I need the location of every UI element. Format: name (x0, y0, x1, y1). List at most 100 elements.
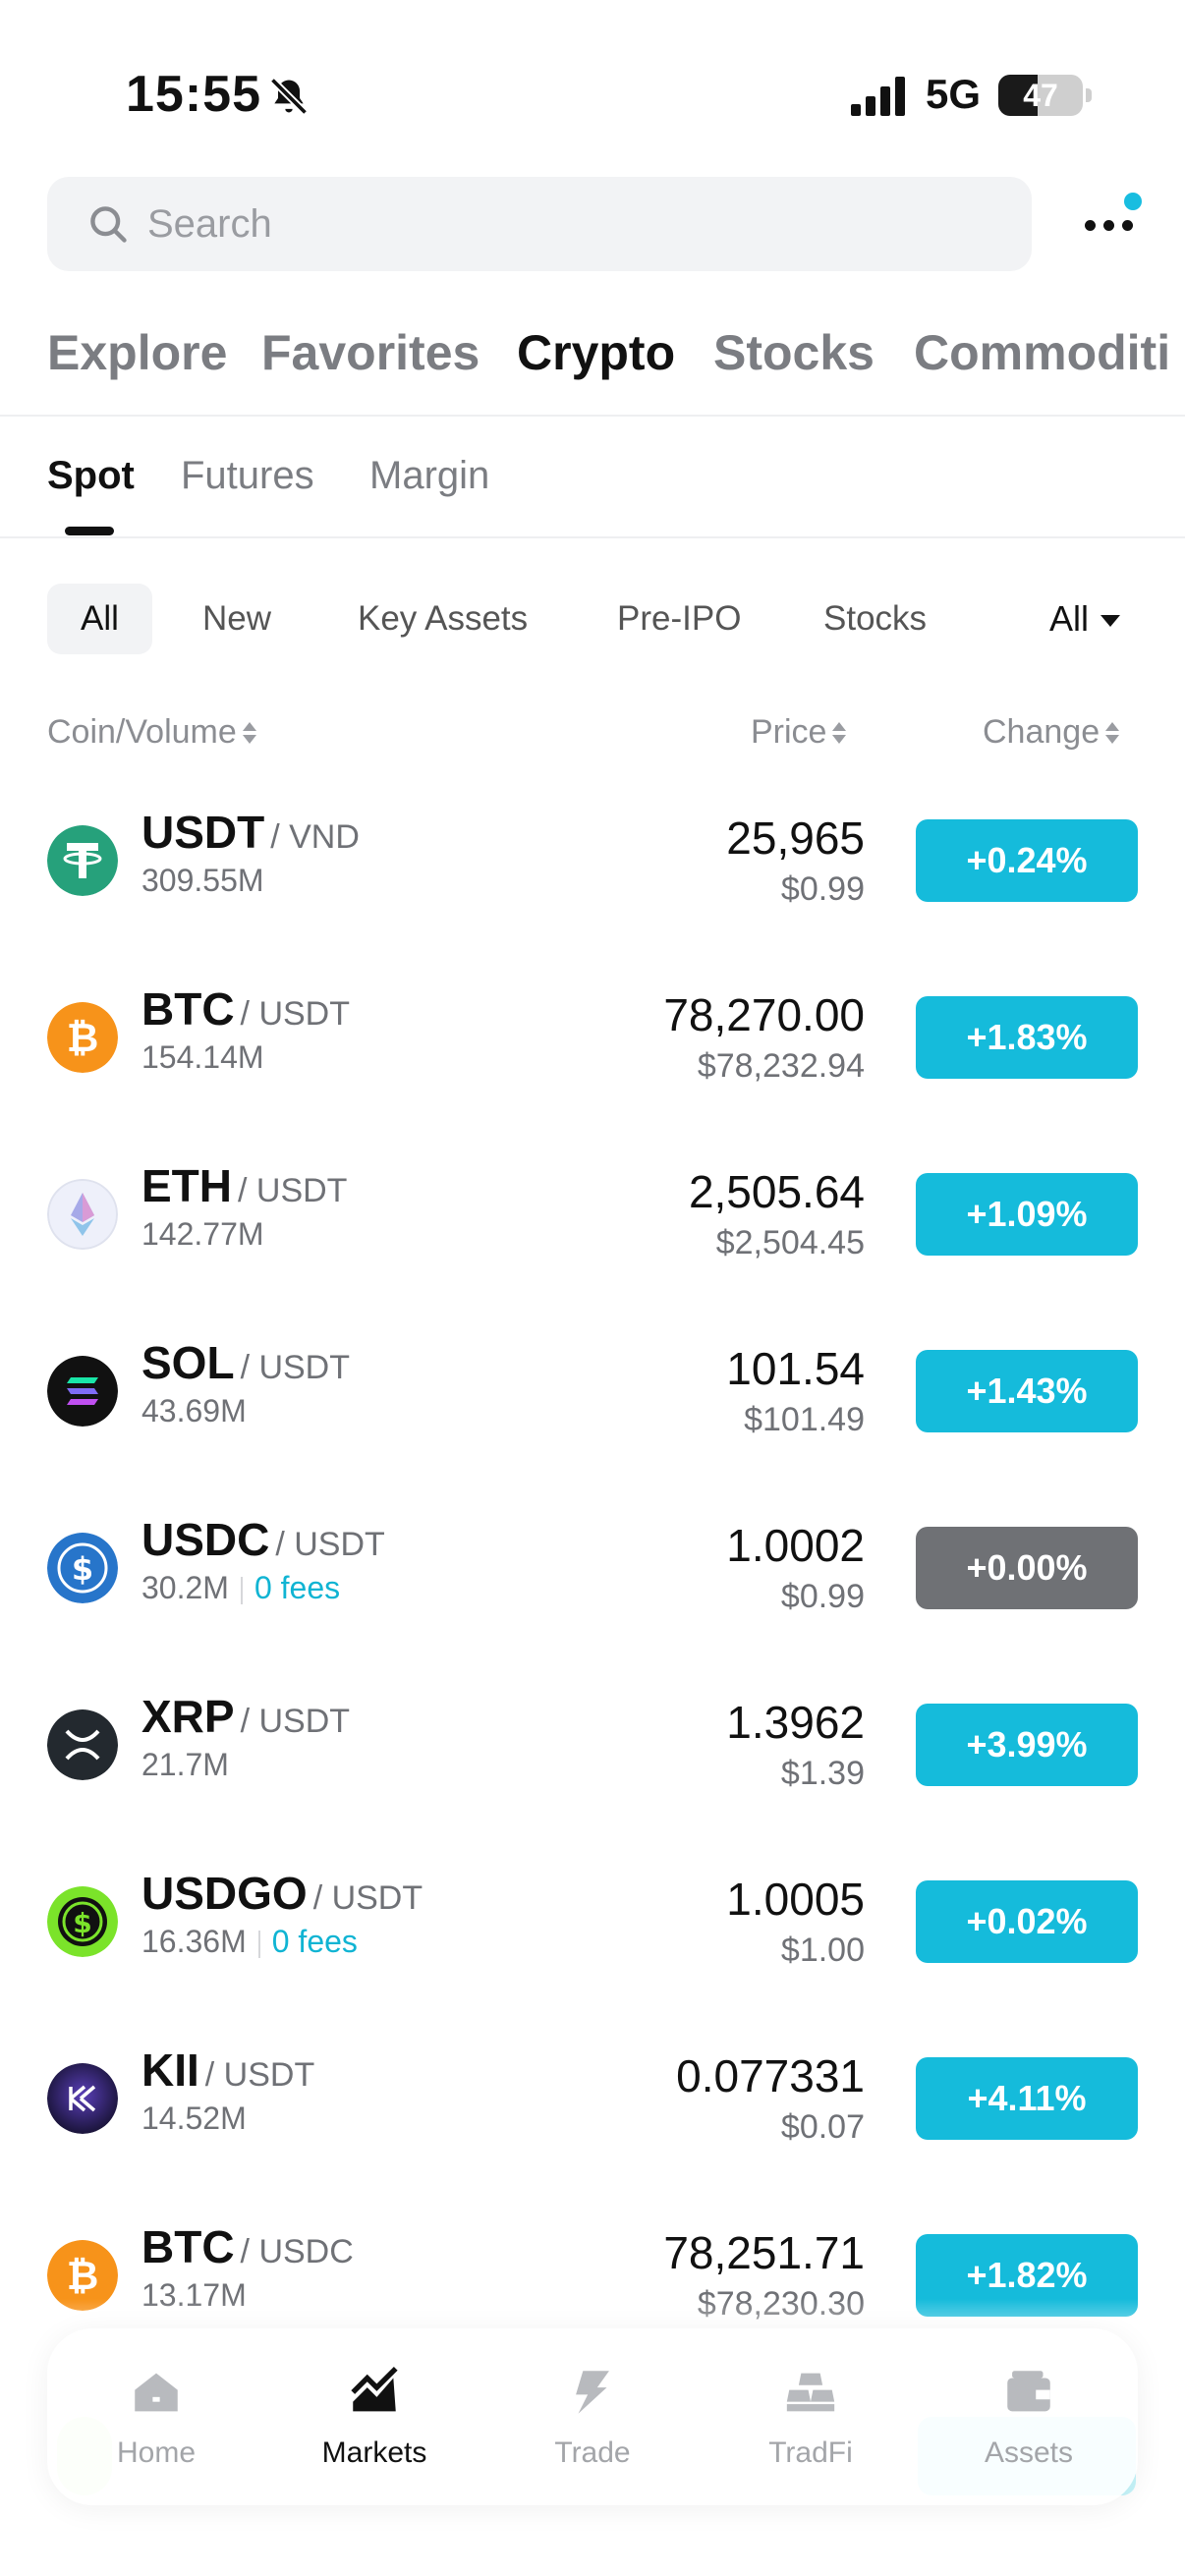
market-row[interactable]: KII / USDT 14.52M 0.077331 $0.07 +4.11% (0, 2014, 1185, 2191)
market-row[interactable]: $ USDC / USDT 30.2M 0 fees 1.0002 $0.99 +0… (0, 1484, 1185, 1660)
base-asset: XRP (141, 1691, 235, 1742)
change-badge[interactable]: +3.99% (916, 1704, 1138, 1786)
volume-value: 30.2M (141, 1570, 229, 1605)
nav-label: Markets (321, 2436, 427, 2469)
status-time: 15:55 (126, 66, 261, 123)
quote-asset: / USDT (312, 1879, 423, 1917)
volume: 21.7M (141, 1747, 229, 1783)
pair-name: BTC / USDC (141, 2220, 354, 2273)
all-dropdown[interactable]: All (1049, 584, 1121, 654)
nav-assets[interactable]: Assets (920, 2328, 1138, 2505)
market-row[interactable]: XRP / USDT 21.7M 1.3962 $1.39 +3.99% (0, 1660, 1185, 1837)
bell-muted-icon (269, 77, 309, 116)
solana-icon (47, 1356, 118, 1427)
last-price: 101.54 (726, 1343, 865, 1394)
filter-chips: All New Key Assets Pre-IPO Stocks All (0, 584, 1185, 654)
market-row[interactable]: ₿ BTC / USDT 154.14M 78,270.00 $78,232.94… (0, 953, 1185, 1130)
chip-new[interactable]: New (202, 584, 271, 654)
zero-fees-tag: 0 fees (271, 1924, 358, 1959)
tab-explore[interactable]: Explore (47, 324, 227, 381)
nav-tradfi[interactable]: TradFi (702, 2328, 920, 2505)
caret-down-icon (1100, 615, 1121, 628)
market-row[interactable]: ETH / USDT 142.77M 2,505.64 $2,504.45 +1.… (0, 1130, 1185, 1307)
pair-name: USDGO / USDT (141, 1867, 423, 1920)
usd-price: $0.99 (780, 870, 865, 908)
nav-home[interactable]: Home (47, 2328, 265, 2505)
change-badge[interactable]: +0.02% (916, 1880, 1138, 1963)
more-menu-button[interactable] (1081, 193, 1150, 252)
quote-asset: / USDT (275, 1526, 385, 1563)
last-price: 1.3962 (726, 1697, 865, 1748)
sort-price[interactable]: Price (751, 713, 847, 752)
kii-icon (47, 2063, 118, 2134)
sort-icon (242, 720, 256, 748)
last-price: 2,505.64 (688, 1166, 865, 1217)
volume: 16.36M 0 fees (141, 1924, 358, 1960)
chip-all[interactable]: All (47, 584, 152, 654)
nav-trade[interactable]: Trade (483, 2328, 702, 2505)
nav-label: Trade (554, 2436, 631, 2469)
change-badge[interactable]: +0.00% (916, 1527, 1138, 1609)
pair-name: ETH / USDT (141, 1159, 347, 1212)
svg-text:$: $ (73, 1907, 91, 1939)
bottom-nav: Home Markets Trade TradFi Assets (47, 2328, 1138, 2505)
search-bar[interactable] (47, 177, 1032, 271)
last-price: 1.0005 (726, 1874, 865, 1925)
pair-name: USDT / VND (141, 806, 360, 859)
volume-value: 142.77M (141, 1216, 264, 1252)
header-change: Change (983, 713, 1100, 751)
base-asset: ETH (141, 1160, 232, 1211)
volume: 14.52M (141, 2100, 247, 2137)
tab-commodities[interactable]: Commoditi (914, 324, 1170, 381)
volume: 309.55M (141, 863, 264, 899)
volume-value: 14.52M (141, 2100, 247, 2136)
volume-value: 16.36M (141, 1924, 247, 1959)
home-indicator (0, 2545, 1185, 2576)
quote-asset: / USDC (240, 2233, 354, 2270)
quote-asset: / USDT (240, 995, 350, 1033)
market-row[interactable]: SOL / USDT 43.69M 101.54 $101.49 +1.43% (0, 1307, 1185, 1484)
market-row[interactable]: USDT / VND 309.55M 25,965 $0.99 +0.24% (0, 776, 1185, 953)
change-badge[interactable]: +1.43% (916, 1350, 1138, 1432)
base-asset: USDT (141, 807, 265, 858)
header-coin-volume: Coin/Volume (47, 713, 237, 751)
change-badge[interactable]: +0.24% (916, 819, 1138, 902)
subtab-spot[interactable]: Spot (47, 454, 135, 498)
subtab-margin[interactable]: Margin (369, 454, 489, 498)
tab-stocks[interactable]: Stocks (713, 324, 875, 381)
svg-text:₿: ₿ (67, 2254, 99, 2299)
nav-markets[interactable]: Markets (265, 2328, 483, 2505)
all-dropdown-label: All (1049, 598, 1090, 639)
tether-icon (47, 825, 118, 896)
status-bar: 15:55 5G 47 (0, 0, 1185, 167)
volume-value: 43.69M (141, 1393, 247, 1428)
trade-arrows-icon (576, 2371, 609, 2414)
market-row[interactable]: $ USDGO / USDT 16.36M 0 fees 1.0005 $1.00 … (0, 1837, 1185, 2014)
base-asset: BTC (141, 2221, 235, 2272)
bitcoin-icon: ₿ (47, 1002, 118, 1073)
last-price: 25,965 (726, 812, 865, 864)
tab-favorites[interactable]: Favorites (261, 324, 480, 381)
change-badge[interactable]: +1.09% (916, 1173, 1138, 1256)
last-price: 78,270.00 (663, 989, 865, 1040)
usd-price: $78,232.94 (697, 1047, 865, 1085)
quote-asset: / USDT (238, 1172, 348, 1209)
usdc-icon: $ (47, 1533, 118, 1603)
battery-level: 47 (1023, 78, 1058, 113)
search-input[interactable] (147, 177, 992, 271)
usd-price: $2,504.45 (715, 1224, 865, 1261)
base-asset: USDC (141, 1514, 270, 1565)
volume: 30.2M 0 fees (141, 1570, 340, 1606)
sort-coin-volume[interactable]: Coin/Volume (47, 713, 256, 752)
change-badge[interactable]: +1.83% (916, 996, 1138, 1079)
volume: 154.14M (141, 1039, 264, 1076)
subtab-futures[interactable]: Futures (181, 454, 314, 498)
chip-stocks[interactable]: Stocks (823, 584, 927, 654)
base-asset: BTC (141, 983, 235, 1035)
notification-dot (1124, 193, 1142, 210)
tab-crypto[interactable]: Crypto (517, 324, 675, 381)
chip-pre-ipo[interactable]: Pre-IPO (617, 584, 741, 654)
change-badge[interactable]: +4.11% (916, 2057, 1138, 2140)
sort-change[interactable]: Change (983, 713, 1120, 752)
chip-key-assets[interactable]: Key Assets (358, 584, 528, 654)
